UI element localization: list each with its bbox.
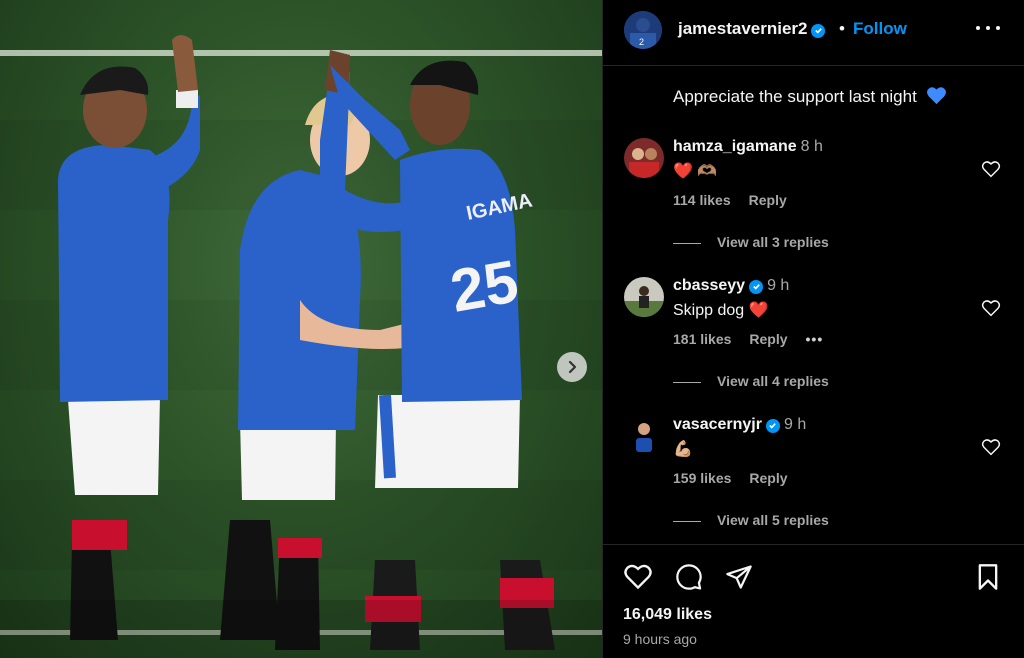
comment-likes[interactable]: 159 likes [673, 470, 731, 486]
post-photo: IGAMA 25 [0, 0, 602, 658]
save-button[interactable] [975, 563, 1001, 596]
author-avatar[interactable]: 2 [624, 11, 662, 49]
heart-outline-icon [981, 161, 1001, 178]
chevron-right-icon [568, 360, 577, 374]
post-sidebar: 2 jamestavernier2 • Follow Appreciate th… [602, 0, 1024, 658]
more-options-button[interactable] [976, 18, 1000, 38]
follow-button[interactable]: Follow [853, 19, 907, 39]
like-comment-button[interactable] [981, 160, 1001, 183]
post-likes-count[interactable]: 16,049 likes [623, 606, 712, 624]
view-replies-button[interactable]: View all 5 replies [673, 512, 829, 528]
bookmark-icon [978, 564, 998, 590]
commenter-avatar[interactable] [624, 277, 664, 317]
heart-outline-icon [981, 300, 1001, 317]
like-comment-button[interactable] [981, 438, 1001, 461]
blue-heart-icon [926, 86, 947, 110]
comment-options-button[interactable]: ••• [806, 331, 824, 347]
comment-text: 💪🏼 [673, 441, 693, 458]
football-celebration-image: IGAMA 25 [0, 35, 602, 658]
comment-username[interactable]: vasacernyjr [673, 416, 762, 433]
verified-badge-icon [765, 418, 780, 433]
like-comment-button[interactable] [981, 299, 1001, 322]
more-icon [976, 26, 980, 30]
view-replies-text: View all 3 replies [717, 234, 829, 250]
comment-time: 8 h [800, 138, 823, 155]
comment-time: 9 h [767, 277, 790, 294]
commenter-avatar[interactable] [624, 138, 664, 178]
reply-button[interactable]: Reply [749, 331, 787, 347]
comment-time: 9 h [783, 416, 807, 433]
svg-text:2: 2 [639, 37, 644, 47]
commenter-avatar[interactable] [624, 416, 664, 456]
view-replies-text: View all 4 replies [717, 373, 829, 389]
next-image-button[interactable] [557, 352, 587, 382]
comment-text: ❤️ 🫶🏽 [673, 163, 718, 180]
like-button[interactable] [623, 563, 653, 595]
author-username[interactable]: jamestavernier2 [678, 19, 826, 39]
comment-username[interactable]: cbasseyy [673, 277, 745, 294]
comment-likes[interactable]: 114 likes [673, 192, 731, 208]
heart-icon [624, 564, 652, 590]
caption-text: Appreciate the support last night [673, 87, 917, 106]
verified-badge-icon [811, 23, 826, 38]
separator-dot: • [839, 19, 845, 38]
post-actions: 16,049 likes 9 hours ago [603, 544, 1024, 658]
view-replies-button[interactable]: View all 4 replies [673, 373, 829, 389]
reply-button[interactable]: Reply [749, 470, 787, 486]
share-button[interactable] [725, 563, 753, 596]
comment-likes[interactable]: 181 likes [673, 331, 731, 347]
view-replies-text: View all 5 replies [717, 512, 829, 528]
author-username-text: jamestavernier2 [678, 19, 808, 38]
comment-icon [676, 564, 702, 590]
post-header: 2 jamestavernier2 • Follow [603, 0, 1024, 66]
verified-badge-icon [749, 279, 764, 294]
post-timestamp[interactable]: 9 hours ago [623, 631, 697, 647]
view-replies-button[interactable]: View all 3 replies [673, 234, 829, 250]
share-icon [726, 565, 752, 589]
comment-button[interactable] [675, 563, 703, 596]
shirt-number-text: 25 [446, 247, 523, 325]
reply-button[interactable]: Reply [749, 192, 787, 208]
comment-username[interactable]: hamza_igamane [673, 138, 797, 155]
heart-outline-icon [981, 439, 1001, 456]
post-caption: Appreciate the support last night [673, 86, 947, 110]
comment-text: Skipp dog ❤️ [673, 302, 769, 319]
